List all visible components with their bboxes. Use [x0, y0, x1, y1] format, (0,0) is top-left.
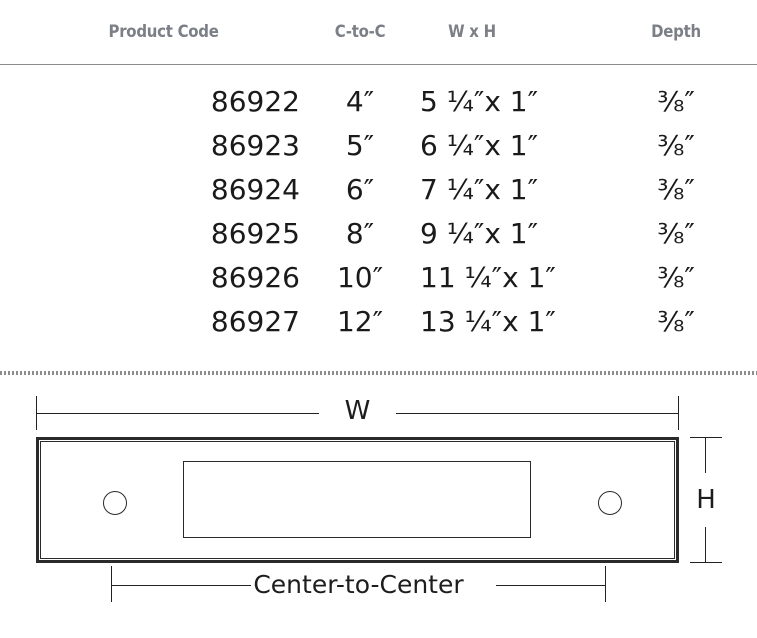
cell-c-to-c: 10″ — [300, 255, 420, 299]
center-to-center-label: Center-to-Center — [111, 566, 606, 604]
cell-product-code: 86926 — [0, 255, 300, 299]
column-header-w-x-h: W x H — [431, 0, 585, 65]
cell-product-code: 86927 — [0, 299, 300, 343]
cell-w-x-h: 13 ¼″x 1″ — [420, 299, 595, 343]
handle-plate — [36, 437, 679, 563]
dotted-divider — [0, 371, 757, 375]
cell-c-to-c: 4″ — [300, 65, 420, 124]
height-dimension: H — [690, 437, 722, 563]
spec-table-element: Product Code C-to-C W x H Depth 86922 4″… — [0, 0, 757, 343]
width-dimension: W — [36, 396, 679, 430]
cell-w-x-h: 9 ¼″x 1″ — [420, 211, 595, 255]
cell-c-to-c: 12″ — [300, 299, 420, 343]
cell-product-code: 86923 — [0, 123, 300, 167]
cell-c-to-c: 8″ — [300, 211, 420, 255]
table-row: 86926 10″ 11 ¼″x 1″ ⅜″ — [0, 255, 757, 299]
column-header-c-to-c: C-to-C — [307, 0, 413, 65]
cell-depth: ⅜″ — [595, 299, 757, 343]
cell-w-x-h: 11 ¼″x 1″ — [420, 255, 595, 299]
cell-c-to-c: 6″ — [300, 167, 420, 211]
center-to-center-dimension: Center-to-Center — [111, 566, 606, 602]
table-row: 86927 12″ 13 ¼″x 1″ ⅜″ — [0, 299, 757, 343]
screw-hole-right — [598, 491, 622, 515]
cell-depth: ⅜″ — [595, 167, 757, 211]
table-body: 86922 4″ 5 ¼″x 1″ ⅜″ 86923 5″ 6 ¼″x 1″ ⅜… — [0, 65, 757, 344]
cell-product-code: 86924 — [0, 167, 300, 211]
cell-product-code: 86922 — [0, 65, 300, 124]
table-row: 86922 4″ 5 ¼″x 1″ ⅜″ — [0, 65, 757, 124]
recessed-grip-area — [183, 461, 531, 538]
specification-table: Product Code C-to-C W x H Depth 86922 4″… — [0, 0, 757, 343]
table-header-row: Product Code C-to-C W x H Depth — [0, 0, 757, 65]
table-row: 86925 8″ 9 ¼″x 1″ ⅜″ — [0, 211, 757, 255]
product-spec-sheet: Product Code C-to-C W x H Depth 86922 4″… — [0, 0, 757, 638]
cell-w-x-h: 5 ¼″x 1″ — [420, 65, 595, 124]
table-row: 86924 6″ 7 ¼″x 1″ ⅜″ — [0, 167, 757, 211]
pull-handle-diagram: W H Center-to-Center — [0, 386, 757, 638]
cell-product-code: 86925 — [0, 211, 300, 255]
cell-w-x-h: 6 ¼″x 1″ — [420, 123, 595, 167]
height-dimension-label: H — [690, 437, 722, 563]
table-row: 86923 5″ 6 ¼″x 1″ ⅜″ — [0, 123, 757, 167]
table-header: Product Code C-to-C W x H Depth — [0, 0, 757, 65]
cell-depth: ⅜″ — [595, 255, 757, 299]
column-header-depth: Depth — [605, 0, 748, 65]
cell-w-x-h: 7 ¼″x 1″ — [420, 167, 595, 211]
screw-hole-left — [103, 491, 127, 515]
cell-depth: ⅜″ — [595, 123, 757, 167]
cell-depth: ⅜″ — [595, 211, 757, 255]
cell-c-to-c: 5″ — [300, 123, 420, 167]
cell-depth: ⅜″ — [595, 65, 757, 124]
width-dimension-label: W — [36, 394, 679, 428]
column-header-product-code: Product Code — [18, 0, 282, 65]
